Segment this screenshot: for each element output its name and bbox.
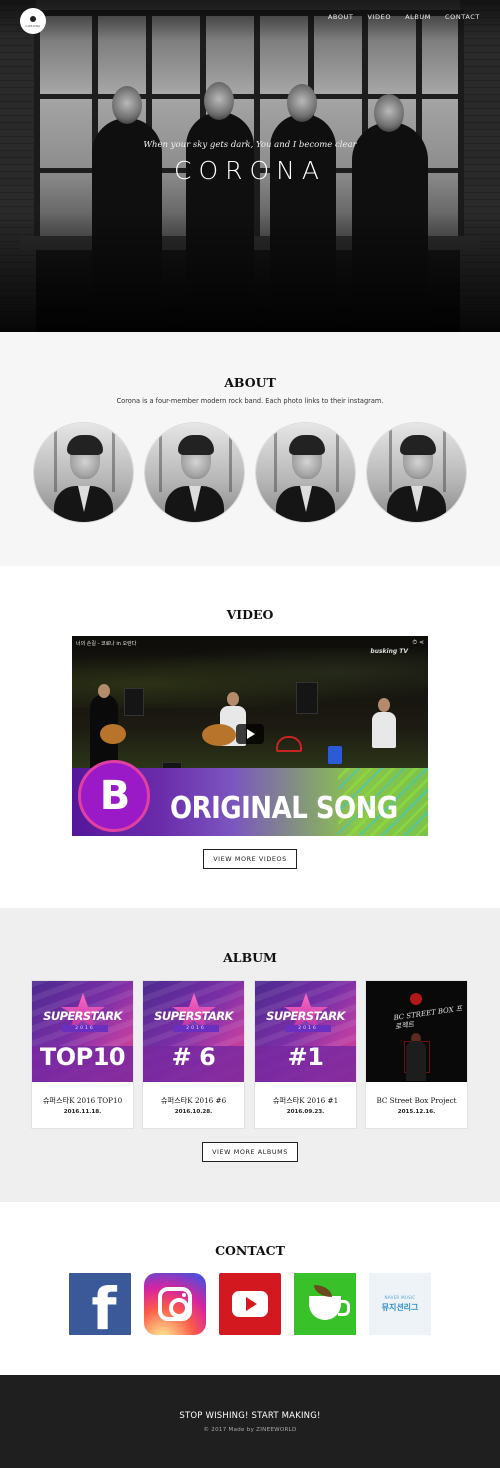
album-section: ALBUM SUPERSTARK 2016 TOP10 슈퍼스타K 2016 T… bbox=[0, 908, 500, 1202]
logo-icon bbox=[30, 15, 36, 22]
site-logo[interactable]: CORONA bbox=[20, 8, 46, 34]
nav-contact[interactable]: CONTACT bbox=[445, 13, 480, 21]
album-date-2: 2016.10.28. bbox=[174, 1109, 213, 1115]
video-section: VIDEO 너의 손길 - 코로나 in 오란다 ⏱ ⋖ busking TV … bbox=[0, 566, 500, 908]
footer-slogan: STOP WISHING! START MAKING! bbox=[179, 1411, 321, 1421]
video-player[interactable]: 너의 손길 - 코로나 in 오란다 ⏱ ⋖ busking TV B ORIG… bbox=[72, 636, 428, 836]
album-cover-1: SUPERSTARK 2016 TOP10 bbox=[32, 981, 133, 1082]
member-photo-3[interactable] bbox=[255, 422, 356, 523]
album-date-1: 2016.11.18. bbox=[63, 1109, 102, 1115]
member-photo-1[interactable] bbox=[33, 422, 134, 523]
video-title: VIDEO bbox=[226, 607, 274, 622]
view-more-videos-button[interactable]: VIEW MORE VIDEOS bbox=[203, 849, 297, 869]
album-title: ALBUM bbox=[223, 950, 277, 965]
album-title-1: 슈퍼스타K 2016 TOP10 bbox=[42, 1096, 123, 1105]
logo-text: CORONA bbox=[25, 24, 41, 28]
member-photo-4[interactable] bbox=[366, 422, 467, 523]
about-title: ABOUT bbox=[224, 375, 276, 390]
footer: STOP WISHING! START MAKING! © 2017 Made … bbox=[0, 1375, 500, 1468]
album-card-3[interactable]: SUPERSTARK 2016 #1 슈퍼스타K 2016 #1 2016.09… bbox=[254, 980, 357, 1129]
album-card-2[interactable]: SUPERSTARK 2016 # 6 슈퍼스타K 2016 #6 2016.1… bbox=[142, 980, 245, 1129]
instagram-icon[interactable] bbox=[144, 1273, 206, 1335]
overlay-text: ORIGINAL SONG bbox=[170, 791, 398, 827]
naver-line-icon[interactable] bbox=[294, 1273, 356, 1335]
contact-section: CONTACT f NAVER MUSIC 뮤지션리그 bbox=[0, 1202, 500, 1375]
player-title: 너의 손길 - 코로나 in 오란다 bbox=[76, 641, 137, 647]
play-button[interactable] bbox=[236, 724, 264, 744]
nav-about[interactable]: ABOUT bbox=[328, 13, 354, 21]
album-date-4: 2015.12.16. bbox=[397, 1109, 436, 1115]
view-more-albums-button[interactable]: VIEW MORE ALBUMS bbox=[202, 1142, 298, 1162]
album-cover-4: BC STREET BOX 프로젝트 bbox=[366, 981, 467, 1082]
album-card-1[interactable]: SUPERSTARK 2016 TOP10 슈퍼스타K 2016 TOP10 2… bbox=[31, 980, 134, 1129]
album-card-4[interactable]: BC STREET BOX 프로젝트 BC Street Box Project… bbox=[365, 980, 468, 1129]
album-cover-2: SUPERSTARK 2016 # 6 bbox=[143, 981, 244, 1082]
about-description: Corona is a four-member modern rock band… bbox=[116, 397, 384, 405]
hero-banner: CORONA ABOUT VIDEO ALBUM CONTACT When yo… bbox=[0, 0, 500, 332]
member-photo-2[interactable] bbox=[144, 422, 245, 523]
busking-b-logo: B bbox=[78, 760, 150, 832]
naver-music-icon[interactable]: NAVER MUSIC 뮤지션리그 bbox=[369, 1273, 431, 1335]
album-cover-3: SUPERSTARK 2016 #1 bbox=[255, 981, 356, 1082]
album-title-2: 슈퍼스타K 2016 #6 bbox=[160, 1096, 227, 1105]
channel-watermark: busking TV bbox=[370, 648, 408, 655]
hero-tagline: When your sky gets dark, You and I becom… bbox=[143, 140, 357, 150]
play-icon bbox=[247, 729, 255, 739]
about-section: ABOUT Corona is a four-member modern roc… bbox=[0, 332, 500, 566]
nav-video[interactable]: VIDEO bbox=[367, 13, 391, 21]
youtube-icon[interactable] bbox=[219, 1273, 281, 1335]
top-nav: ABOUT VIDEO ALBUM CONTACT bbox=[328, 13, 480, 21]
contact-title: CONTACT bbox=[215, 1243, 285, 1258]
facebook-icon[interactable]: f bbox=[69, 1273, 131, 1343]
album-title-4: BC Street Box Project bbox=[376, 1096, 457, 1105]
hero-title: CORONA bbox=[174, 156, 326, 185]
share-icon[interactable]: ⏱ ⋖ bbox=[412, 639, 424, 647]
album-date-3: 2016.09.23. bbox=[286, 1109, 325, 1115]
footer-copyright: © 2017 Made by ZINEEWORLD bbox=[203, 1427, 297, 1433]
nav-album[interactable]: ALBUM bbox=[405, 13, 431, 21]
album-title-3: 슈퍼스타K 2016 #1 bbox=[272, 1096, 339, 1105]
